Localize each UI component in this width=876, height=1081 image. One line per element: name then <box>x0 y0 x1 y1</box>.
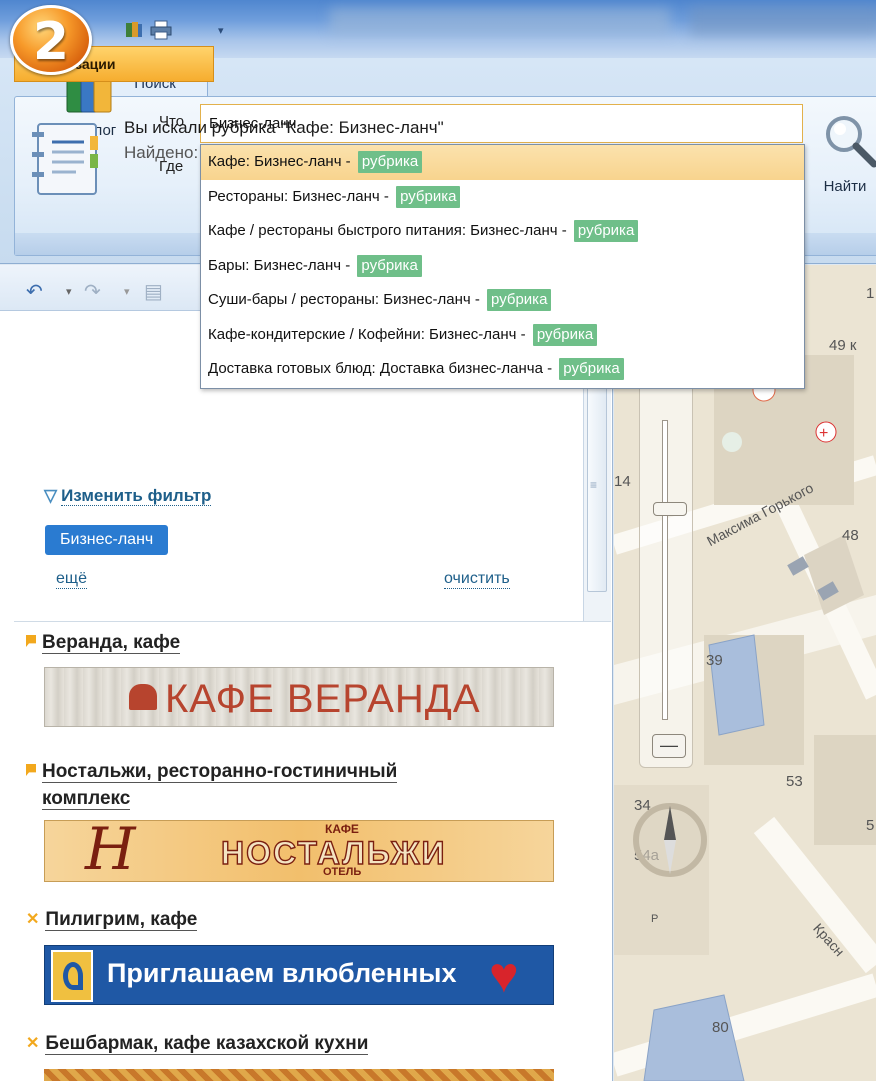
zoom-slider-knob[interactable] <box>653 502 687 516</box>
list-icon[interactable]: ▤ <box>144 279 163 304</box>
bell-icon <box>129 684 157 710</box>
rubric-tag: рубрика <box>487 289 552 311</box>
map-label-1: 1 <box>866 285 875 302</box>
map-label-53: 53 <box>786 773 803 790</box>
heart-icon: ♥ <box>489 947 519 1003</box>
rubric-tag: рубрика <box>357 254 422 277</box>
banner-piligrim[interactable]: Приглашаем влюбленных ♥ <box>44 945 554 1005</box>
result-title-beshbarmak[interactable]: ✕ Бешбармак, кафе казахской кухни <box>26 1033 369 1055</box>
map-label-5: 5 <box>866 817 875 834</box>
map-label-80: 80 <box>712 1019 729 1036</box>
speech-marker-icon <box>26 635 36 647</box>
back-dropdown-icon[interactable]: ▾ <box>66 285 72 298</box>
clear-link[interactable]: очистить <box>444 570 510 589</box>
change-filter-link[interactable]: ▽ Изменить фильтр <box>44 486 212 506</box>
rubric-tag: рубрика <box>573 220 639 242</box>
find-label: Найти <box>823 178 867 195</box>
compass-icon[interactable] <box>630 800 710 880</box>
cross-marker-icon: ✕ <box>26 911 40 928</box>
suggestion-item[interactable]: Рестораны: Бизнес-ланч - рубрика <box>201 180 804 215</box>
map-label-49k: 49 к <box>829 337 857 354</box>
more-link[interactable]: ещё <box>56 570 87 589</box>
searched-query-text: Вы искали рубрика "Кафе: Бизнес-ланч" <box>124 118 444 137</box>
svg-text:+: + <box>819 425 828 442</box>
forward-dropdown-icon[interactable]: ▾ <box>124 285 130 298</box>
banner-nostalgie-hotel: ОТЕЛЬ <box>323 866 362 878</box>
speech-marker-icon <box>26 764 36 776</box>
divider <box>14 621 611 622</box>
suggestion-item[interactable]: Кафе-кондитерские / Кофейни: Бизнес-ланч… <box>201 318 804 353</box>
suggestion-item[interactable]: Бары: Бизнес-ланч - рубрика <box>201 249 804 284</box>
map-label-p: P <box>651 913 659 925</box>
result-title-nostalgie[interactable]: Ностальжи, ресторанно-гостиничный компле… <box>26 758 398 812</box>
suggestion-item[interactable]: Суши-бары / рестораны: Бизнес-ланч - руб… <box>201 283 804 318</box>
app-logo[interactable]: 2 <box>10 5 92 75</box>
zoom-track[interactable] <box>662 420 668 720</box>
suggestions-dropdown: Кафе: Бизнес-ланч - рубрика Рестораны: Б… <box>200 144 805 389</box>
banner-veranda[interactable]: КАФЕ ВЕРАНДА <box>44 667 554 727</box>
rubric-tag: рубрика <box>532 323 598 346</box>
banner-beshbarmak[interactable] <box>44 1069 554 1081</box>
zoom-out-button[interactable]: — <box>652 734 686 758</box>
result-title-piligrim[interactable]: ✕ Пилигрим, кафе <box>26 909 198 931</box>
banner-nostalgie-kafe: КАФЕ <box>325 822 359 836</box>
cross-marker-icon: ✕ <box>26 1035 40 1052</box>
banner-nostalgie[interactable]: Н КАФЕ НОСТАЛЬЖИ ОТЕЛЬ <box>44 820 554 882</box>
suggestion-item[interactable]: Кафе: Бизнес-ланч - рубрика <box>201 145 804 180</box>
scrollbar-grip-icon: ≡ <box>590 478 598 492</box>
blurred-title <box>330 8 670 34</box>
banner-nostalgie-monogram: Н <box>85 820 136 882</box>
map-label-14: 14 <box>614 473 631 490</box>
result-title-veranda[interactable]: Веранда, кафе <box>26 632 181 654</box>
filter-chip[interactable]: Бизнес-ланч <box>45 525 169 555</box>
find-button[interactable]: Найти <box>814 112 876 195</box>
catalog-quick-icon[interactable] <box>124 20 144 40</box>
map-label-39: 39 <box>706 652 723 669</box>
piligrim-logo-icon <box>51 950 93 1002</box>
filter-icon: ▽ <box>44 486 58 505</box>
scrollbar-thumb[interactable] <box>587 360 607 592</box>
rubric-tag: рубрика <box>357 151 423 173</box>
suggestion-item[interactable]: Кафе / рестораны быстрого питания: Бизне… <box>201 214 804 249</box>
banner-piligrim-text: Приглашаем влюбленных <box>107 958 457 988</box>
banner-veranda-text: КАФЕ ВЕРАНДА <box>165 677 481 721</box>
address-book-icon <box>24 118 104 201</box>
rubric-tag: рубрика <box>396 185 461 208</box>
forward-arrow-icon[interactable]: ↷ <box>84 279 101 304</box>
back-arrow-icon[interactable]: ↶ <box>26 279 43 304</box>
suggestion-item[interactable]: Доставка готовых блюд: Доставка бизнес-л… <box>201 352 804 387</box>
magnifier-icon <box>826 116 876 168</box>
rubric-tag: рубрика <box>559 358 624 380</box>
blurred-window-controls <box>690 6 876 36</box>
quick-access-dropdown-icon[interactable]: ▾ <box>218 24 224 44</box>
map-label-48: 48 <box>842 527 859 544</box>
print-icon[interactable] <box>150 20 172 40</box>
